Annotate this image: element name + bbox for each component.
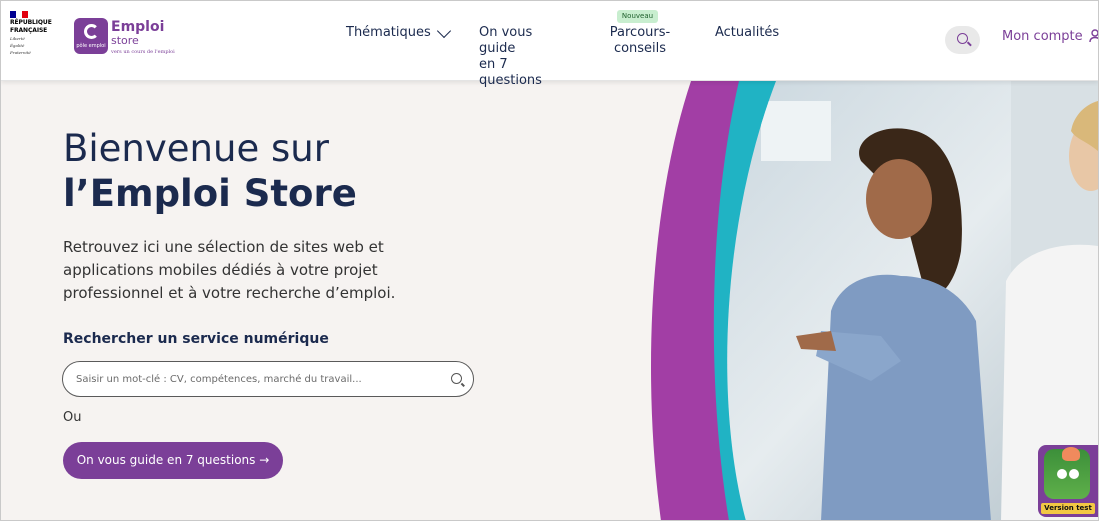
mascot-eye-right [1069, 469, 1079, 479]
republique-francaise-logo[interactable]: RÉPUBLIQUE FRANÇAISE Liberté Égalité Fra… [10, 11, 60, 55]
service-search-input[interactable] [76, 362, 436, 396]
brand-name-store[interactable]: store [111, 35, 139, 47]
brand-tagline: vers un cours de l'emploi [111, 49, 175, 55]
intro-line-2: applications mobiles dédiés à votre proj… [63, 261, 378, 279]
mascot-hair [1062, 447, 1080, 461]
search-section-title: Rechercher un service numérique [63, 331, 329, 347]
search-box[interactable] [62, 361, 474, 397]
nav-guide-7-questions[interactable]: On vous guide en 7 questions [479, 25, 565, 89]
nav-guide-line-1: On vous guide [479, 25, 533, 56]
user-icon[interactable] [1089, 29, 1099, 43]
pole-emploi-ring-icon [84, 24, 99, 39]
nouveau-badge: Nouveau [617, 10, 658, 23]
gov-motto-3: Fraternité [10, 50, 31, 55]
account-link[interactable]: Mon compte [1002, 29, 1083, 45]
header-search-button[interactable] [945, 26, 980, 54]
pole-emploi-logo-text: pôle emploi [76, 43, 106, 49]
woman-face [866, 159, 932, 239]
french-flag-icon [10, 11, 28, 18]
gov-motto-2: Égalité [10, 43, 25, 48]
woman-shirt [821, 274, 991, 520]
nav-parcours-line-1: Parcours- [609, 25, 671, 40]
brand-name-emploi[interactable]: Emploi [111, 19, 164, 35]
pole-emploi-logo[interactable]: pôle emploi [74, 18, 108, 54]
nav-thematiques[interactable]: Thématiques [346, 23, 451, 41]
guide-7-questions-button[interactable]: On vous guide en 7 questions → [63, 442, 283, 479]
mascot-eye-left [1057, 469, 1067, 479]
chevron-down-icon [436, 23, 451, 38]
hero-intro-text: Retrouvez ici une sélection de sites web… [63, 236, 403, 305]
version-test-widget[interactable]: Version test [1038, 445, 1098, 517]
nav-parcours-line-2: conseils [613, 41, 667, 56]
nav-actualites[interactable]: Actualités [715, 25, 779, 41]
site-header: RÉPUBLIQUE FRANÇAISE Liberté Égalité Fra… [1, 1, 1099, 88]
search-icon[interactable] [451, 373, 462, 384]
search-icon-handle [461, 382, 465, 387]
nav-guide-line-2: en 7 questions [479, 57, 542, 88]
or-separator: Ou [63, 410, 82, 425]
gov-name-line-2: FRANÇAISE [10, 27, 48, 34]
search-icon-handle [967, 41, 972, 47]
hero-title-line-2: l’Emploi Store [63, 172, 357, 215]
intro-line-1: Retrouvez ici une sélection de sites web… [63, 238, 384, 256]
nav-thematiques-label: Thématiques [346, 25, 431, 40]
gov-motto-1: Liberté [10, 36, 25, 41]
hero-title-line-1: Bienvenue sur [63, 127, 329, 170]
version-test-label: Version test [1041, 503, 1095, 514]
gov-name-line-1: RÉPUBLIQUE [10, 19, 52, 26]
nav-parcours-conseils[interactable]: Parcours- conseils [609, 25, 671, 57]
intro-line-3: professionnel et à votre recherche d’emp… [63, 284, 396, 302]
browser-viewport: RÉPUBLIQUE FRANÇAISE Liberté Égalité Fra… [0, 0, 1099, 521]
mascot-icon [1044, 447, 1090, 499]
